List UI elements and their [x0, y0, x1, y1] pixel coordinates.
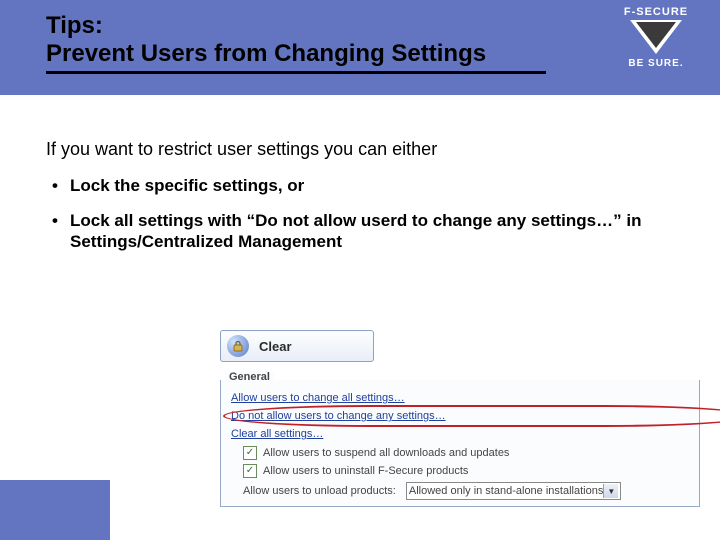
unload-products-value: Allowed only in stand-alone installation… [409, 485, 603, 497]
brand-tagline: BE SURE. [606, 58, 706, 69]
title-line-2: Prevent Users from Changing Settings [46, 40, 546, 68]
checkbox-uninstall[interactable]: ✓ [243, 464, 257, 478]
brand-name: F-SECURE [606, 6, 706, 18]
slide: Tips: Prevent Users from Changing Settin… [0, 0, 720, 540]
title-line-1: Tips: [46, 12, 546, 40]
checkbox-row-suspend: ✓ Allow users to suspend all downloads a… [229, 444, 691, 462]
bullet-2: Lock all settings with “Do not allow use… [46, 210, 666, 253]
lock-icon [227, 335, 249, 357]
clear-button[interactable]: Clear [220, 330, 374, 362]
bullet-1: Lock the specific settings, or [46, 175, 666, 196]
checkbox-uninstall-label: Allow users to uninstall F-Secure produc… [263, 465, 468, 477]
unload-products-label: Allow users to unload products: [243, 485, 396, 497]
chevron-down-icon: ▼ [603, 484, 618, 498]
header-bar: Tips: Prevent Users from Changing Settin… [0, 0, 720, 95]
general-panel: General Allow users to change all settin… [220, 380, 700, 507]
brand-logo: F-SECURE BE SURE. [606, 6, 706, 86]
clear-button-label: Clear [259, 339, 292, 354]
brand-shield-icon [630, 20, 682, 54]
checkbox-suspend-label: Allow users to suspend all downloads and… [263, 447, 509, 459]
link-clear-all-settings[interactable]: Clear all settings… [229, 426, 325, 442]
unload-products-select[interactable]: Allowed only in stand-alone installation… [406, 482, 621, 500]
link-allow-all-settings[interactable]: Allow users to change all settings… [229, 390, 407, 406]
highlight-oval: Do not allow users to change any setting… [229, 408, 691, 424]
unload-products-row: Allow users to unload products: Allowed … [229, 480, 691, 502]
general-panel-title: General [225, 371, 274, 383]
title-underline [46, 71, 546, 74]
link-deny-all-settings[interactable]: Do not allow users to change any setting… [229, 408, 448, 424]
title-block: Tips: Prevent Users from Changing Settin… [46, 12, 546, 74]
checkbox-suspend[interactable]: ✓ [243, 446, 257, 460]
body-text: If you want to restrict user settings yo… [46, 138, 666, 266]
checkbox-row-uninstall: ✓ Allow users to uninstall F-Secure prod… [229, 462, 691, 480]
footer-corner [0, 480, 110, 540]
body-lead: If you want to restrict user settings yo… [46, 138, 666, 161]
embedded-ui-screenshot: Clear General Allow users to change all … [220, 330, 700, 507]
